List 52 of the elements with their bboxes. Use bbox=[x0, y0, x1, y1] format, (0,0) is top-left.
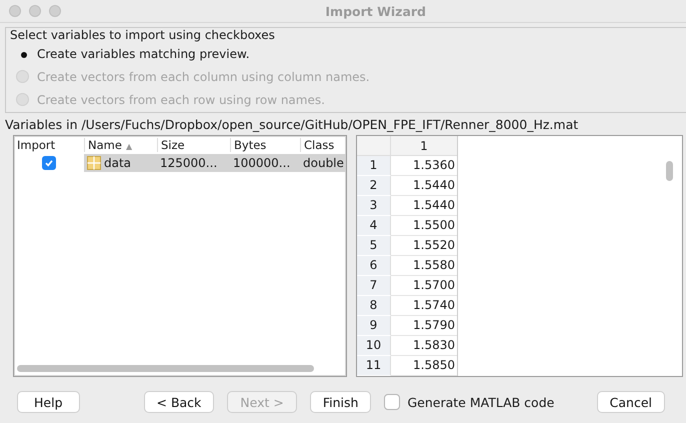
selected-row[interactable]: data 125000... 100000... double bbox=[84, 154, 346, 172]
wizard-button[interactable]: Help bbox=[17, 391, 80, 413]
column-header[interactable]: Bytes bbox=[230, 138, 300, 152]
file-path-label: Variables in /Users/Fuchs/Dropbox/open_source/GitHub/OPEN_FPE_IFT/Renner_8000_Hz.mat bbox=[4, 116, 580, 134]
grid-icon bbox=[87, 156, 101, 170]
window-control-icon[interactable] bbox=[49, 5, 61, 17]
row-number: 6 bbox=[357, 256, 391, 276]
row-number: 3 bbox=[357, 196, 391, 216]
scrollbar[interactable] bbox=[17, 365, 314, 372]
column-header[interactable]: Import bbox=[14, 138, 84, 152]
row-number: 1 bbox=[357, 156, 391, 176]
checkbox[interactable] bbox=[384, 394, 400, 410]
checkmark-icon bbox=[44, 158, 54, 168]
table-cell: 1.5700 bbox=[391, 276, 457, 296]
column-header[interactable]: Name ▲ bbox=[84, 138, 157, 152]
row-number: 4 bbox=[357, 216, 391, 236]
wizard-button[interactable]: Cancel bbox=[596, 391, 665, 413]
table-cell: 1.5360 bbox=[391, 156, 457, 176]
table-cell: 1.5580 bbox=[391, 256, 457, 276]
row-number: 11 bbox=[357, 356, 391, 376]
table-cell: 1.5790 bbox=[391, 316, 457, 336]
column-header[interactable]: Class bbox=[300, 138, 346, 152]
table-cell: 1.5740 bbox=[391, 296, 457, 316]
row-number: 8 bbox=[357, 296, 391, 316]
sort-icon: ▲ bbox=[126, 142, 132, 151]
table-cell: 1.5440 bbox=[391, 196, 457, 216]
group-label: Select variables to import using checkboxes bbox=[8, 28, 277, 42]
window-control-icon[interactable] bbox=[29, 5, 41, 17]
checkbox[interactable] bbox=[42, 156, 56, 170]
radio-label[interactable]: Create variables matching preview. bbox=[37, 46, 250, 60]
table-cell: 1.5520 bbox=[391, 236, 457, 256]
row-number: 10 bbox=[357, 336, 391, 356]
wizard-button[interactable]: Finish bbox=[310, 391, 372, 413]
table-cell: 1.5830 bbox=[391, 336, 457, 356]
row-number: 9 bbox=[357, 316, 391, 336]
row-number: 5 bbox=[357, 236, 391, 256]
column-header[interactable]: Size bbox=[157, 138, 230, 152]
column-header: 1 bbox=[391, 136, 457, 156]
window-title: Import Wizard bbox=[325, 4, 426, 18]
row-number: 2 bbox=[357, 176, 391, 196]
table-cell: data bbox=[104, 156, 132, 170]
window-control-icon[interactable] bbox=[9, 5, 21, 17]
table-cell: 1.5850 bbox=[391, 356, 457, 376]
table-cell: 125000... bbox=[160, 156, 218, 170]
checkbox-label[interactable]: Generate MATLAB code bbox=[407, 394, 554, 410]
table-cell: 1.5500 bbox=[391, 216, 457, 236]
table-cell: 100000... bbox=[233, 156, 290, 170]
table-cell: 1.5440 bbox=[391, 176, 457, 196]
table-cell: double bbox=[303, 156, 344, 170]
row-number: 7 bbox=[357, 276, 391, 296]
scrollbar[interactable] bbox=[666, 161, 673, 181]
wizard-button[interactable]: < Back bbox=[144, 391, 214, 413]
